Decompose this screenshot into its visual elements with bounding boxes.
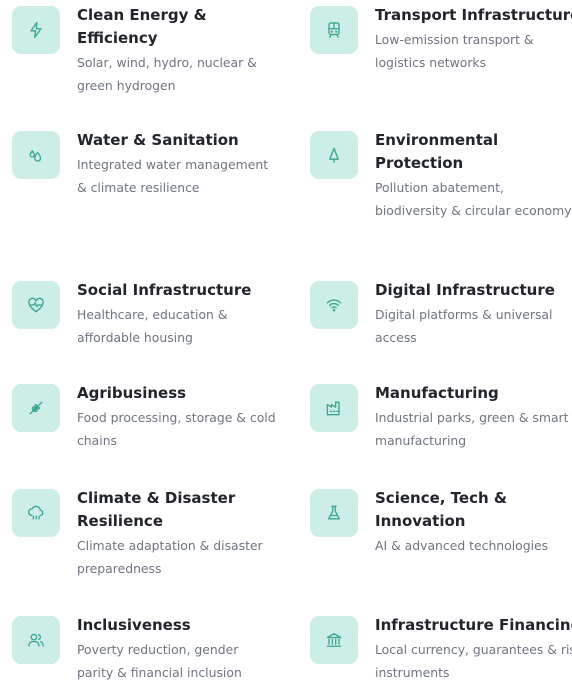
sector-title: Transport Infrastructure: [375, 6, 572, 24]
sector-title: Agribusiness: [77, 384, 187, 402]
sector-title: Environmental Protection: [375, 131, 499, 172]
sector-description: Digital platforms & universal access: [375, 307, 553, 345]
sector-description: Food processing, storage & cold chains: [77, 410, 276, 448]
sector-description: Low-emission transport & logistics netwo…: [375, 32, 534, 70]
sector-card-clean-energy[interactable]: Clean Energy & Efficiency Solar, wind, h…: [12, 6, 277, 97]
lightning-icon: [12, 6, 60, 54]
cloud-rain-icon: [12, 489, 60, 537]
sector-description: Local currency, guarantees & risk instru…: [375, 642, 572, 680]
droplets-icon: [12, 131, 60, 179]
factory-icon: [310, 384, 358, 432]
sector-description: Industrial parks, green & smart manufact…: [375, 410, 569, 448]
sector-description: Pollution abatement, biodiversity & circ…: [375, 180, 572, 218]
tree-icon: [310, 131, 358, 179]
sector-title: Manufacturing: [375, 384, 499, 402]
sector-card-inclusiveness[interactable]: Inclusiveness Poverty reduction, gender …: [12, 616, 277, 684]
sector-description: AI & advanced technologies: [375, 538, 549, 553]
sectors-grid: Clean Energy & Efficiency Solar, wind, h…: [0, 0, 572, 681]
sector-card-environment[interactable]: Environmental Protection Pollution abate…: [310, 131, 572, 222]
sector-title: Social Infrastructure: [77, 281, 252, 299]
sector-description: Climate adaptation & disaster preparedne…: [77, 538, 263, 576]
sector-card-water[interactable]: Water & Sanitation Integrated water mana…: [12, 131, 277, 199]
bank-icon: [310, 616, 358, 664]
sector-title: Infrastructure Financing: [375, 616, 572, 634]
flask-icon: [310, 489, 358, 537]
sector-card-agribusiness[interactable]: Agribusiness Food processing, storage & …: [12, 384, 277, 452]
sector-card-manufacturing[interactable]: Manufacturing Industrial parks, green & …: [310, 384, 572, 452]
wheat-icon: [12, 384, 60, 432]
heart-pulse-icon: [12, 281, 60, 329]
sector-card-transport[interactable]: Transport Infrastructure Low-emission tr…: [310, 6, 572, 74]
sector-title: Climate & Disaster Resilience: [77, 489, 236, 530]
train-icon: [310, 6, 358, 54]
sector-card-science-tech[interactable]: Science, Tech & Innovation AI & advanced…: [310, 489, 572, 558]
sector-card-digital[interactable]: Digital Infrastructure Digital platforms…: [310, 281, 572, 349]
sector-description: Solar, wind, hydro, nuclear & green hydr…: [77, 55, 257, 93]
sector-card-climate-resilience[interactable]: Climate & Disaster Resilience Climate ad…: [12, 489, 277, 580]
sector-title: Water & Sanitation: [77, 131, 239, 149]
sector-description: Poverty reduction, gender parity & finan…: [77, 642, 242, 680]
sector-title: Inclusiveness: [77, 616, 191, 634]
sector-description: Healthcare, education & affordable housi…: [77, 307, 228, 345]
wifi-icon: [310, 281, 358, 329]
sector-description: Integrated water management & climate re…: [77, 157, 269, 195]
sector-card-financing[interactable]: Infrastructure Financing Local currency,…: [310, 616, 572, 684]
users-icon: [12, 616, 60, 664]
sector-title: Clean Energy & Efficiency: [77, 6, 207, 47]
sector-title: Science, Tech & Innovation: [375, 489, 507, 530]
sector-title: Digital Infrastructure: [375, 281, 555, 299]
sector-card-social[interactable]: Social Infrastructure Healthcare, educat…: [12, 281, 277, 349]
